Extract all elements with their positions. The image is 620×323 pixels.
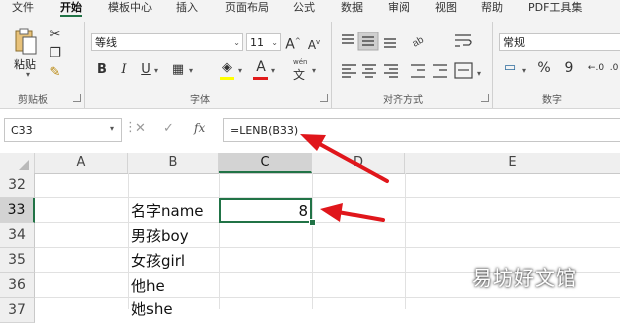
arrow-to-formula-icon (300, 134, 389, 183)
arrow-to-result-icon (320, 203, 385, 222)
watermark-text: 易坊好文馆 (472, 266, 577, 290)
